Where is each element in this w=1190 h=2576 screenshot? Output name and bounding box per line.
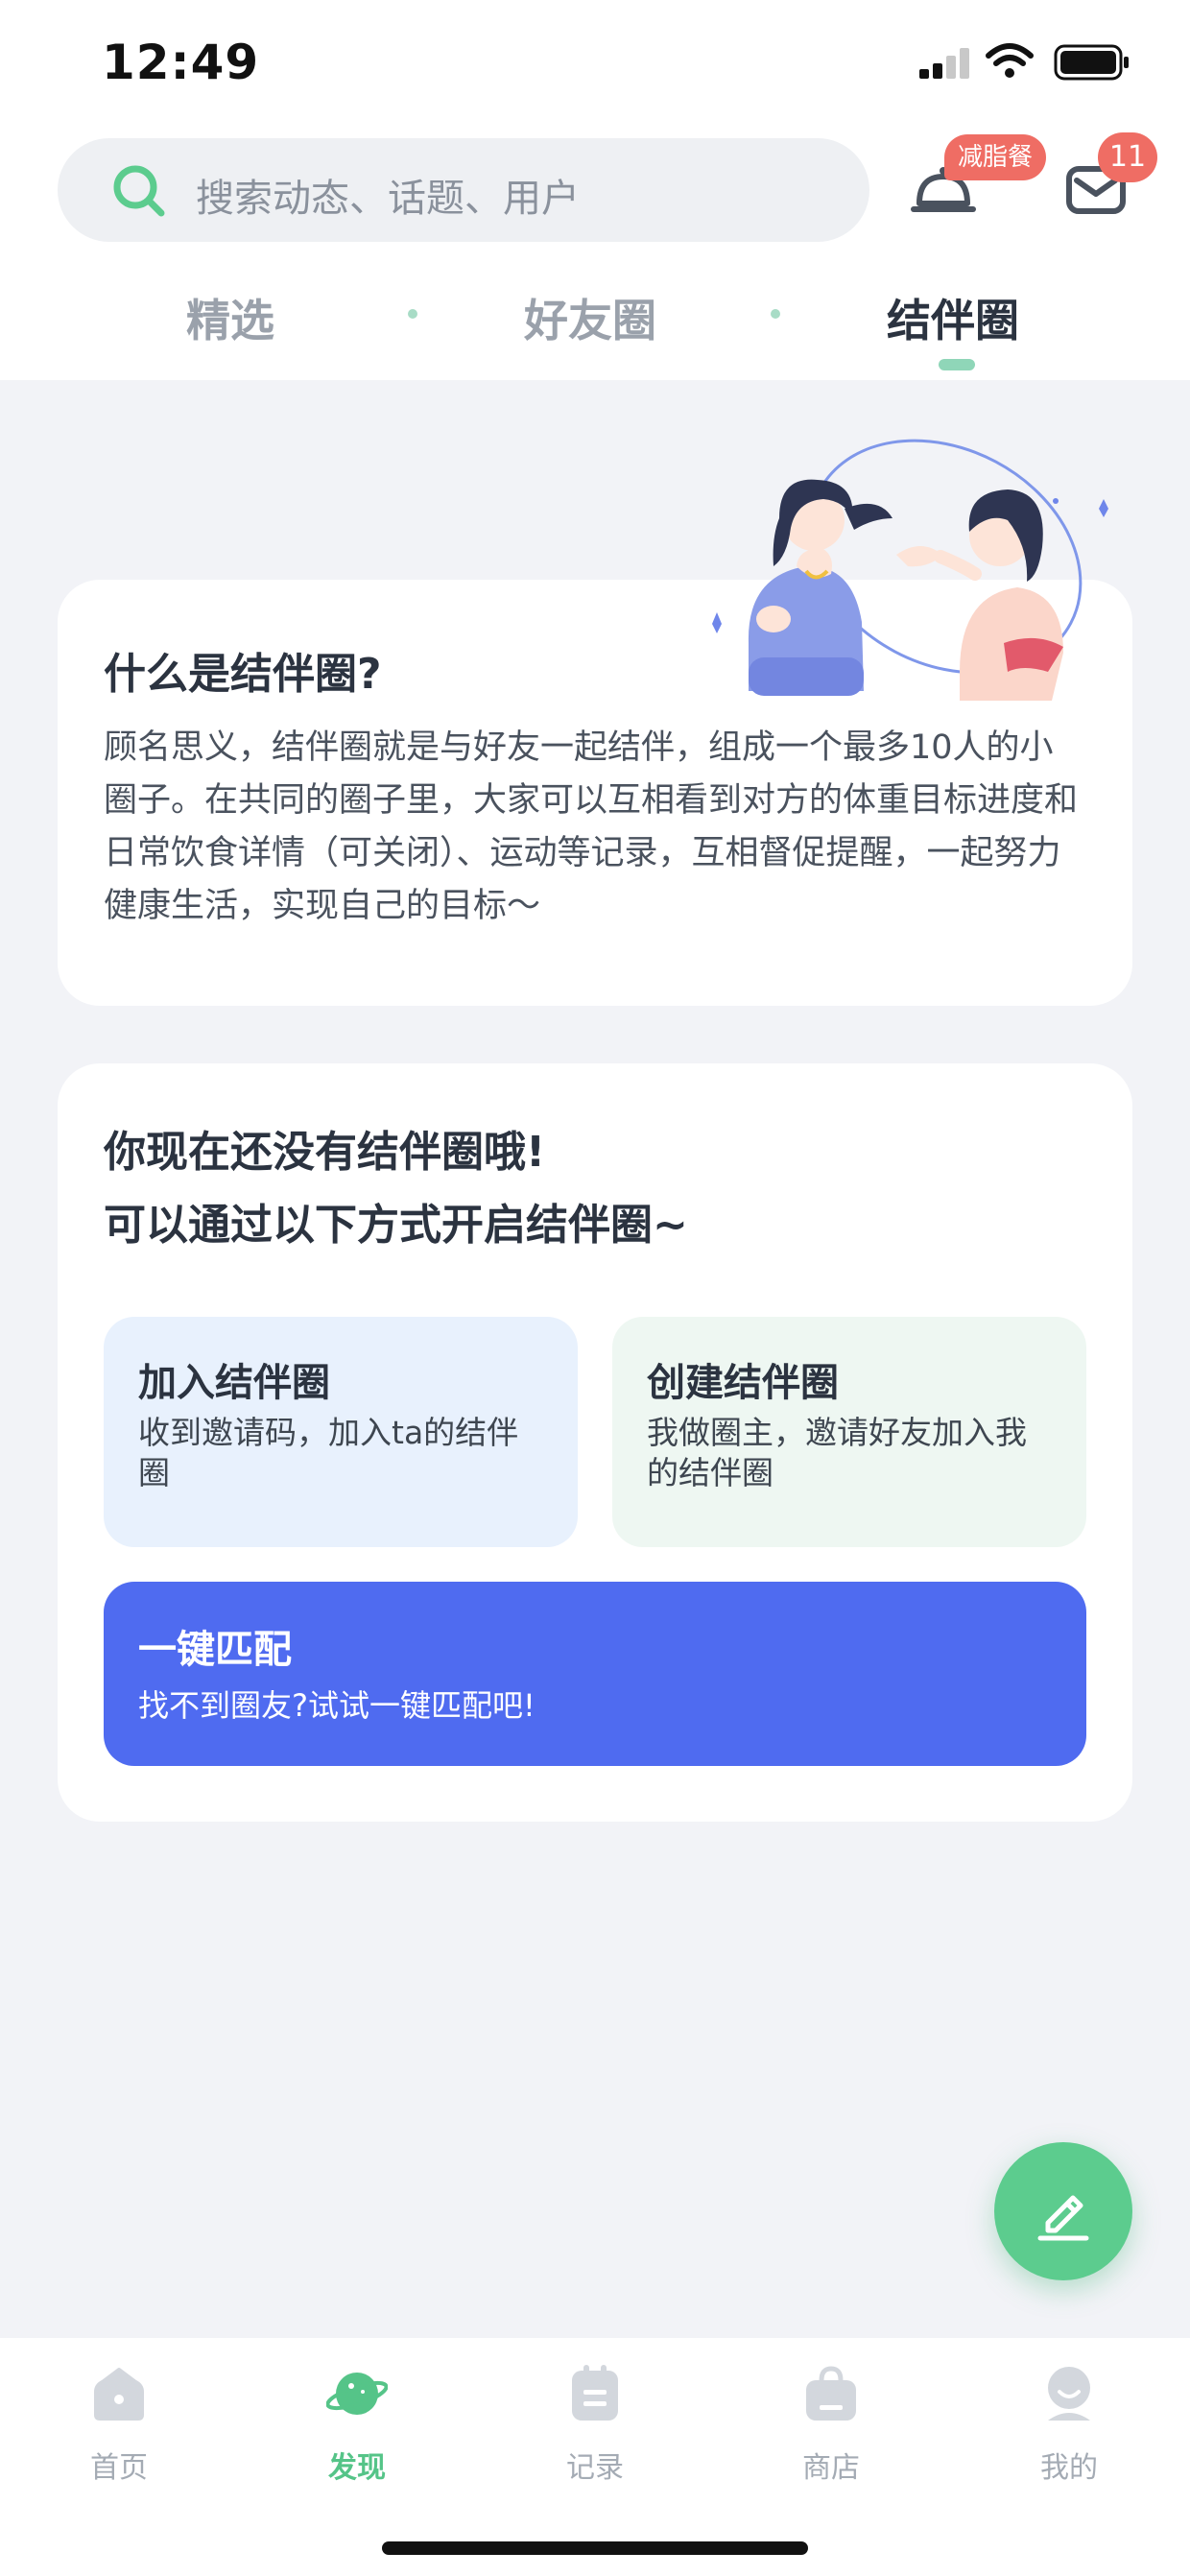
empty-state-line1: 你现在还没有结伴圈哦! [104,1128,546,1177]
nav-discover[interactable]: 发现 [280,2363,434,2497]
cellular-signal-icon [919,48,969,79]
join-circle-title: 加入结伴圈 [138,1361,330,1405]
nav-store[interactable]: 商店 [754,2363,908,2497]
mail-count-badge: 11 [1098,132,1157,182]
tab-featured[interactable]: 精选 [186,286,274,349]
tab-companion[interactable]: 结伴圈 [887,286,1019,349]
join-circle-desc: 收到邀请码，加入ta的结伴圈 [138,1414,519,1491]
nav-discover-label: 发现 [328,2451,386,2485]
active-tab-indicator [939,359,975,370]
join-circle-button[interactable]: 加入结伴圈 收到邀请码，加入ta的结伴圈 [104,1317,578,1547]
clipboard-icon [572,2365,618,2421]
nav-profile[interactable]: 我的 [992,2363,1146,2497]
match-title: 一键匹配 [138,1628,292,1672]
empty-state-line2: 可以通过以下方式开启结伴圈~ [104,1201,688,1250]
one-click-match-button[interactable]: 一键匹配 找不到圈友?试试一键匹配吧! [104,1582,1086,1766]
top-header: 12:49 搜索动态、话题、用户 减脂餐 11 精选 好友圈 结伴圈 [0,0,1190,380]
match-desc: 找不到圈友?试试一键匹配吧! [138,1687,536,1724]
tab-separator-dot [408,309,417,319]
compose-button[interactable] [994,2142,1132,2280]
intro-description: 顾名思义，结伴圈就是与好友一起结伴，组成一个最多10人的小圈子。在共同的圈子里，… [104,728,1079,925]
diet-meal-badge[interactable]: 减脂餐 [944,134,1047,180]
nav-home[interactable]: 首页 [42,2363,196,2497]
bag-icon [806,2366,856,2421]
search-icon [113,165,165,217]
home-icon [94,2368,144,2421]
nav-records[interactable]: 记录 [518,2363,672,2497]
nav-profile-label: 我的 [1040,2451,1098,2485]
create-circle-button[interactable]: 创建结伴圈 我做圈主，邀请好友加入我的结伴圈 [612,1317,1086,1547]
pencil-icon [1037,2195,1089,2241]
nav-store-label: 商店 [802,2451,860,2485]
bottom-nav: 首页 发现 记录 商店 我的 [0,2338,1190,2576]
nav-records-label: 记录 [566,2451,624,2485]
planet-icon [326,2373,388,2415]
search-bar[interactable]: 搜索动态、话题、用户 [58,138,869,242]
create-circle-title: 创建结伴圈 [647,1361,839,1405]
nav-home-label: 首页 [90,2451,148,2485]
profile-icon [1048,2367,1090,2421]
tab-friends[interactable]: 好友圈 [524,286,656,349]
friends-illustration [712,439,1108,701]
tab-separator-dot [771,309,780,319]
home-indicator [382,2541,808,2555]
search-placeholder: 搜索动态、话题、用户 [196,177,580,221]
status-time: 12:49 [102,35,260,90]
empty-state-card: 你现在还没有结伴圈哦! 可以通过以下方式开启结伴圈~ 加入结伴圈 收到邀请码，加… [58,1063,1132,1822]
intro-title: 什么是结伴圈? [104,650,382,699]
battery-icon [1054,44,1129,81]
create-circle-desc: 我做圈主，邀请好友加入我的结伴圈 [647,1414,1027,1491]
wifi-icon [986,43,1034,78]
